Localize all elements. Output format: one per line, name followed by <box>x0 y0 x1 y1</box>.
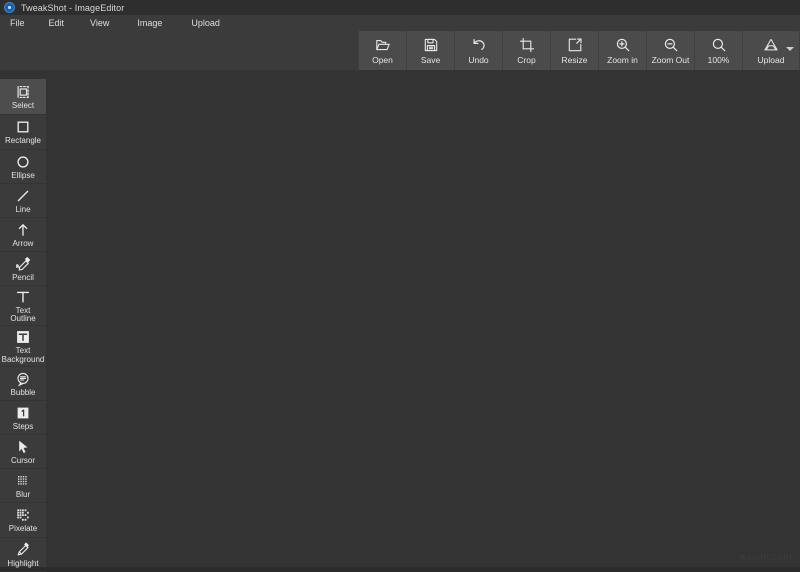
zoom-in-button[interactable]: Zoom in <box>599 31 647 70</box>
square-outline-icon <box>15 119 31 135</box>
window-title: TweakShot - ImageEditor <box>21 2 125 13</box>
tools-sidebar: Select Rectangle Ellipse Line Arrow Penc… <box>0 79 46 572</box>
open-button[interactable]: Open <box>358 31 407 70</box>
menu-item-view[interactable]: View <box>86 15 113 31</box>
sidebar-item-cursor[interactable]: Cursor <box>0 435 46 469</box>
blur-grid-icon <box>15 473 31 489</box>
upload-button[interactable]: Upload <box>743 31 800 70</box>
pixelate-grid-icon <box>15 507 31 523</box>
sidebar-item-label: Select <box>11 100 35 110</box>
zoom-out-button-label: Zoom Out <box>651 54 690 65</box>
numbered-step-icon <box>15 405 31 421</box>
mouse-cursor-icon <box>15 439 31 455</box>
crop-button[interactable]: Crop <box>503 31 551 70</box>
menu-item-edit[interactable]: Edit <box>45 15 69 31</box>
google-drive-icon <box>763 37 779 53</box>
menu-item-image[interactable]: Image <box>133 15 166 31</box>
upload-button-label: Upload <box>757 54 785 65</box>
watermark-text: wsxdn.com <box>739 552 792 563</box>
diagonal-line-icon <box>15 188 31 204</box>
resize-button[interactable]: Resize <box>551 31 599 70</box>
zoom-out-button[interactable]: Zoom Out <box>647 31 695 70</box>
crop-icon <box>519 37 535 53</box>
sidebar-item-steps[interactable]: Steps <box>0 401 46 435</box>
undo-button[interactable]: Undo <box>455 31 503 70</box>
menu-item-file[interactable]: File <box>6 15 29 31</box>
highlighter-marker-icon <box>15 542 31 558</box>
resize-button-label: Resize <box>561 54 588 65</box>
title-bar: TweakShot - ImageEditor <box>0 0 800 15</box>
zoom-100-button-label: 100% <box>707 54 730 65</box>
floppy-disk-icon <box>423 37 439 53</box>
sidebar-item-rectangle[interactable]: Rectangle <box>0 115 46 150</box>
sidebar-item-label: Text Background <box>1 346 45 364</box>
image-editor-window: TweakShot - ImageEditor File Edit View I… <box>0 0 800 572</box>
sidebar-item-label: Pencil <box>12 272 34 282</box>
menu-item-upload[interactable]: Upload <box>187 15 224 31</box>
toolbar-button-strip: Open Save Undo Crop Resize Zoom in Zoom … <box>358 31 800 70</box>
sidebar-item-label: Line <box>15 204 31 214</box>
zoom-in-button-label: Zoom in <box>607 54 638 65</box>
zoom-100-button[interactable]: 100% <box>695 31 743 70</box>
sidebar-item-label: Cursor <box>10 455 35 465</box>
sidebar-item-label: Steps <box>12 421 34 431</box>
save-button[interactable]: Save <box>407 31 455 70</box>
magnifier-icon <box>711 37 727 53</box>
tweakshot-logo-icon <box>4 2 15 13</box>
sidebar-item-label: Blur <box>15 489 31 499</box>
text-background-t-icon <box>15 329 31 345</box>
magnifier-plus-icon <box>615 37 631 53</box>
sidebar-item-label: Text Outline <box>10 305 36 323</box>
top-toolbar: Open Save Undo Crop Resize Zoom in Zoom … <box>0 31 800 70</box>
undo-button-label: Undo <box>468 54 489 65</box>
crop-button-label: Crop <box>517 54 536 65</box>
open-button-label: Open <box>372 54 393 65</box>
sidebar-item-text-outline[interactable]: Text Outline <box>0 286 46 326</box>
arrow-up-icon <box>15 222 31 238</box>
sidebar-item-label: Pixelate <box>8 524 38 534</box>
sidebar-item-label: Bubble <box>10 387 36 397</box>
selection-marquee-icon <box>15 84 31 100</box>
save-button-label: Save <box>420 54 441 65</box>
magnifier-minus-icon <box>663 37 679 53</box>
sidebar-item-blur[interactable]: Blur <box>0 469 46 503</box>
sidebar-item-ellipse[interactable]: Ellipse <box>0 150 46 184</box>
sidebar-item-label: Rectangle <box>4 136 42 146</box>
chevron-down-icon[interactable] <box>786 47 794 51</box>
sidebar-item-text-background[interactable]: Text Background <box>0 326 46 367</box>
sidebar-item-arrow[interactable]: Arrow <box>0 218 46 252</box>
sidebar-item-pixelate[interactable]: Pixelate <box>0 503 46 538</box>
sidebar-item-line[interactable]: Line <box>0 184 46 218</box>
sidebar-item-bubble[interactable]: Bubble <box>0 367 46 401</box>
folder-open-icon <box>375 37 391 53</box>
sidebar-item-select[interactable]: Select <box>0 79 46 115</box>
undo-arrow-icon <box>471 37 487 53</box>
sidebar-item-label: Ellipse <box>11 170 35 180</box>
sidebar-item-pencil[interactable]: Pencil <box>0 252 46 286</box>
circle-outline-icon <box>15 154 31 170</box>
sidebar-item-label: Arrow <box>12 238 34 248</box>
image-canvas[interactable]: wsxdn.com <box>46 70 800 567</box>
menu-bar: File Edit View Image Upload <box>0 15 800 31</box>
text-outline-t-icon <box>15 289 31 305</box>
pencil-scribble-icon <box>15 256 31 272</box>
speech-bubble-icon <box>15 371 31 387</box>
resize-arrow-box-icon <box>567 37 583 53</box>
